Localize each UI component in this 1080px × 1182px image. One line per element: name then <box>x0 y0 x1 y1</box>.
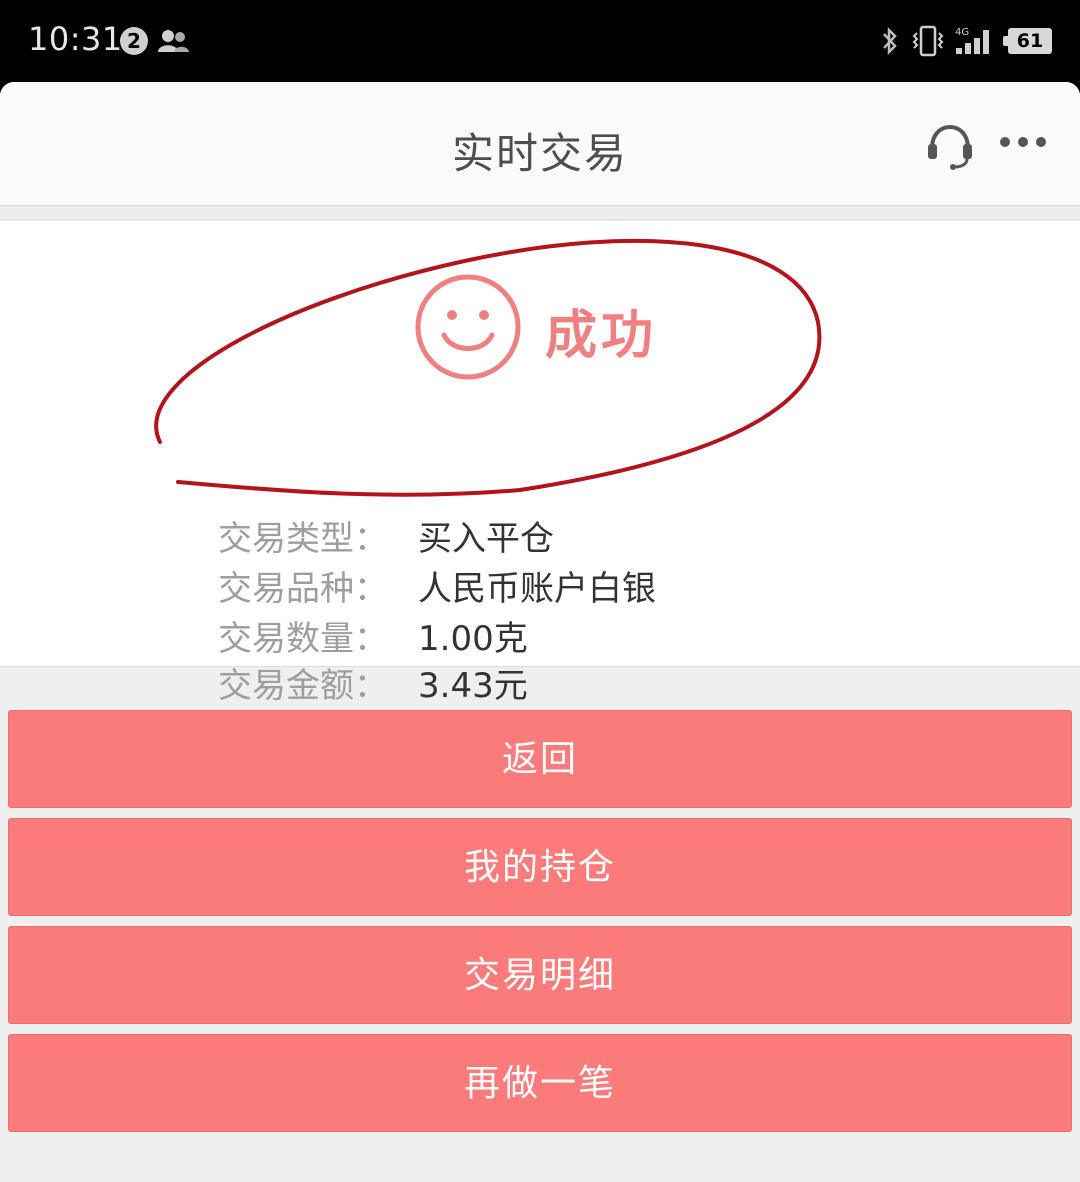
battery-indicator: 61 <box>1003 28 1052 54</box>
detail-value: 买入平仓 <box>418 519 554 559</box>
status-time: 10:31 <box>28 20 123 58</box>
detail-row-trade-type: 交易类型： 买入平仓 <box>218 514 554 564</box>
back-button[interactable]: 返回 <box>8 710 1072 808</box>
result-card: 成功 交易类型： 买入平仓 交易品种： 人民币账户白银 交易数量： 1.00克 交易金… <box>0 221 1080 706</box>
vibrate-icon <box>912 25 944 57</box>
more-options-icon[interactable] <box>998 134 1048 150</box>
detail-row-trade-product: 交易品种： 人民币账户白银 <box>218 564 656 614</box>
my-positions-button[interactable]: 我的持仓 <box>8 818 1072 916</box>
trade-again-button[interactable]: 再做一笔 <box>8 1034 1072 1132</box>
notification-count-badge: 2 <box>120 27 148 55</box>
customer-service-icon[interactable] <box>924 122 976 170</box>
page-title: 实时交易 <box>451 129 628 178</box>
status-bar: 10:31 2 4G 61 <box>0 0 1080 82</box>
smile-icon <box>415 274 521 380</box>
detail-label: 交易数量： <box>218 619 388 659</box>
detail-value: 人民币账户白银 <box>418 569 656 609</box>
divider-band <box>0 206 1080 220</box>
detail-label: 交易金额： <box>218 666 388 706</box>
trade-details-button[interactable]: 交易明细 <box>8 926 1072 1024</box>
success-status-text: 成功 <box>545 306 658 366</box>
bluetooth-icon <box>883 26 897 56</box>
detail-label: 交易品种： <box>218 569 388 609</box>
signal-label: 4G <box>955 27 969 38</box>
detail-row-trade-quantity: 交易数量： 1.00克 <box>218 614 528 664</box>
detail-label: 交易类型： <box>218 519 388 559</box>
app-window: 实时交易 成功 交易类型： 买入平仓 交易品种： 人民币账户白银 交易数量： 1… <box>0 82 1080 1182</box>
signal-icon: 4G <box>955 27 989 54</box>
contacts-icon <box>158 30 189 52</box>
detail-value: 1.00克 <box>418 619 528 659</box>
nav-bar: 实时交易 <box>0 82 1080 206</box>
detail-row-trade-amount: 交易金额： 3.43元 <box>218 664 528 708</box>
detail-value: 3.43元 <box>418 666 528 706</box>
